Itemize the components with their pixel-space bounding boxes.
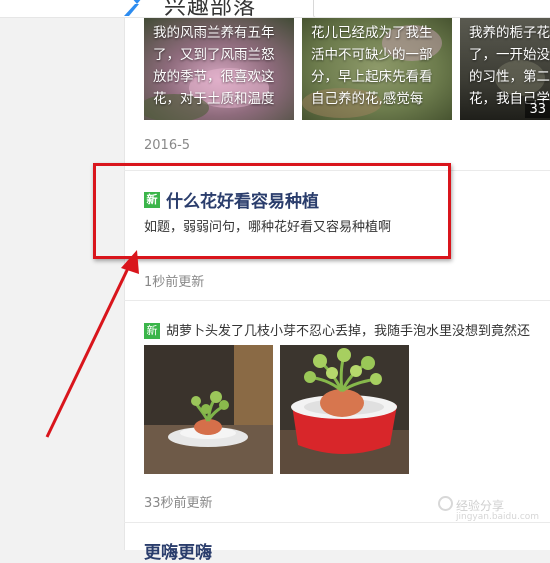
annotation-highlight-box [93,163,451,259]
watermark-logo-icon [438,496,453,511]
tribe-logo-icon[interactable] [122,0,152,18]
divider [124,300,550,301]
watermark-url: jingyan.baidu.com [456,512,540,522]
image-count-badge: 33 [525,101,550,118]
post-image-2[interactable] [280,345,409,474]
search-input[interactable] [313,0,550,17]
radish-sprout-photo [144,345,273,474]
divider [124,522,550,523]
post-update-time: 1秒前更新 [144,275,205,290]
post-image-1[interactable] [144,345,273,474]
post-timestamp: 2016-5 [144,138,191,153]
left-gutter [0,0,124,550]
post-thumbnail-1[interactable]: 我的风雨兰养有五年 了，又到了风雨兰怒 放的季节，很喜欢这 花，对于土质和温度 [144,18,294,120]
new-badge: 新 [144,322,160,339]
post-title-text[interactable]: 胡萝卜头发了几枝小芽不忍心丢掉，我随手泡水里没想到竟然还 [166,324,530,339]
radish-sprout-photo [280,345,409,474]
thumbnail-caption: 我的风雨兰养有五年 了，又到了风雨兰怒 放的季节，很喜欢这 花，对于土质和温度 [153,25,275,107]
top-header: 兴趣部落 [0,0,550,18]
post-update-time: 33秒前更新 [144,496,213,511]
post-thumbnail-3[interactable]: 我养的栀子花 了，一开始没 的习性，第二 花，我自己学 33 [460,18,550,120]
thumbnail-caption: 花儿已经成为了我生 活中不可缺少的一部 分，早上起床先看看 自己养的花,感觉每 [311,25,433,107]
post-thumbnail-2[interactable]: 花儿已经成为了我生 活中不可缺少的一部 分，早上起床先看看 自己养的花,感觉每 [302,18,452,120]
site-name[interactable]: 兴趣部落 [164,0,256,17]
post-title-link[interactable]: 更嗨更嗨 [144,538,212,563]
thumbnail-caption: 我养的栀子花 了，一开始没 的习性，第二 花，我自己学 [469,25,550,107]
post-title-link[interactable]: 新胡萝卜头发了几枝小芽不忍心丢掉，我随手泡水里没想到竟然还 [144,320,530,340]
